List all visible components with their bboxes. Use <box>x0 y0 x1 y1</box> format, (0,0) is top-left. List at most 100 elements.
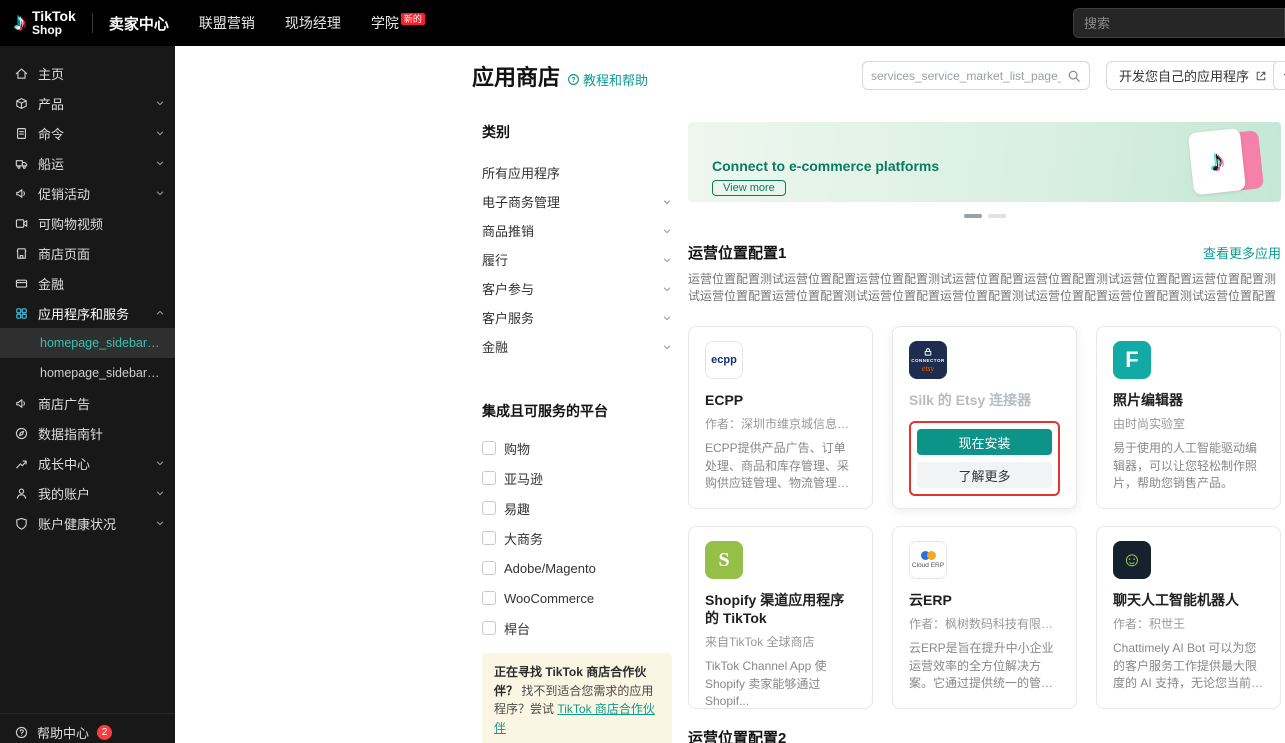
sidebar-menu: 主页 产品 命令 船运 促销活动 <box>0 46 175 538</box>
search-icon <box>1067 69 1081 83</box>
category-item-ecommerce-management[interactable]: 电子商务管理 <box>482 187 672 216</box>
platform-checkbox-item[interactable]: 购物 <box>482 433 672 463</box>
develop-own-app-button[interactable]: 开发您自己的应用程序 <box>1106 61 1280 90</box>
sidebar-subitem-service-market-selected[interactable]: homepage_sidebar_serv... <box>0 328 175 358</box>
app-author: 由时尚实验室 <box>1113 415 1264 432</box>
sidebar-item-shop-pages[interactable]: 商店页面 <box>0 238 175 268</box>
app-store-page: ♪ TikTok Shop 卖家中心 联盟营销 现场经理 学院新的 主页 产品 <box>0 0 1285 743</box>
checkbox[interactable] <box>482 471 496 485</box>
nav-academy[interactable]: 学院新的 <box>371 13 425 33</box>
bank-card-icon <box>14 276 29 291</box>
install-now-button[interactable]: 现在安装 <box>917 429 1052 455</box>
sidebar-item-shoppable-videos[interactable]: 可购物视频 <box>0 208 175 238</box>
nav-live-manager[interactable]: 现场经理 <box>285 13 341 33</box>
checkbox[interactable] <box>482 531 496 545</box>
promo-banner[interactable]: Connect to e-commerce platforms View mor… <box>688 122 1281 202</box>
tiktok-shop-logo[interactable]: ♪ TikTok Shop <box>14 9 76 36</box>
product-box-icon <box>14 96 29 111</box>
sidebar-item-shop-ads[interactable]: 商店广告 <box>0 388 175 418</box>
learn-more-button[interactable]: 了解更多 <box>917 462 1052 488</box>
help-count-badge: 2 <box>97 725 112 740</box>
sidebar-item-apps-and-services[interactable]: 应用程序和服务 <box>0 298 175 328</box>
top-navigation-bar: ♪ TikTok Shop 卖家中心 联盟营销 现场经理 学院新的 <box>0 0 1285 46</box>
more-actions-button[interactable]: + <box>1273 61 1285 90</box>
sidebar-item-my-account[interactable]: 我的账户 <box>0 478 175 508</box>
apps-grid-icon <box>14 306 29 321</box>
chat-bot-app-icon: ☺ <box>1113 541 1151 579</box>
carousel-dot-active[interactable] <box>964 214 982 218</box>
logo-text: TikTok Shop <box>32 9 76 36</box>
section-description: 运营位置配置测试运营位置配置运营位置配置测试运营位置配置运营位置配置测试运营位置… <box>688 271 1281 306</box>
question-circle-icon <box>14 725 29 740</box>
sidebar-item-home[interactable]: 主页 <box>0 58 175 88</box>
checkbox[interactable] <box>482 621 496 635</box>
topbar-search-box[interactable] <box>1073 8 1285 38</box>
photo-editor-app-icon: F <box>1113 341 1151 379</box>
cloud-erp-logo-dots <box>921 551 936 560</box>
category-item-finance[interactable]: 金融 <box>482 332 672 361</box>
megaphone-icon <box>14 186 29 201</box>
category-item-fulfillment[interactable]: 履行 <box>482 245 672 274</box>
apps-area: Connect to e-commerce platforms View mor… <box>688 122 1281 743</box>
platform-checkbox-item[interactable]: 亚马逊 <box>482 463 672 493</box>
growth-chart-icon <box>14 456 29 471</box>
ads-megaphone-icon <box>14 396 29 411</box>
app-card-etsy-connector[interactable]: CONNECTOR etsy Silk 的 Etsy 连接器 现在安装 了解更多 <box>892 326 1077 509</box>
user-icon <box>14 486 29 501</box>
platform-checkbox-item[interactable]: 易趣 <box>482 493 672 523</box>
chevron-down-icon <box>662 226 672 236</box>
sidebar-item-finance[interactable]: 金融 <box>0 268 175 298</box>
chevron-down-icon <box>155 518 165 528</box>
truck-icon <box>14 156 29 171</box>
sidebar-item-growth-center[interactable]: 成长中心 <box>0 448 175 478</box>
view-more-apps-link[interactable]: 查看更多应用 <box>1203 243 1281 262</box>
chevron-down-icon <box>155 98 165 108</box>
sidebar-item-account-health[interactable]: 账户健康状况 <box>0 508 175 538</box>
sidebar-item-promotions[interactable]: 促销活动 <box>0 178 175 208</box>
section-header: 运营位置配置1 查看更多应用 <box>688 242 1281 263</box>
platform-checkbox-item[interactable]: 大商务 <box>482 523 672 553</box>
category-item-customer-engagement[interactable]: 客户参与 <box>482 274 672 303</box>
chevron-down-icon <box>155 488 165 498</box>
tiktok-door-illustration: ♪ <box>1188 127 1258 197</box>
carousel-dot[interactable] <box>988 214 1006 218</box>
platforms-heading: 集成且可服务的平台 <box>482 401 672 421</box>
svg-text:?: ? <box>571 77 575 84</box>
app-search-input[interactable] <box>871 69 1061 83</box>
sidebar-item-orders[interactable]: 命令 <box>0 118 175 148</box>
sidebar-item-help-center[interactable]: 帮助中心 2 <box>0 713 175 743</box>
tutorials-help-link[interactable]: ? 教程和帮助 <box>567 70 648 89</box>
checkbox[interactable] <box>482 561 496 575</box>
app-author: 作者：深圳市维京城信息技术... <box>705 415 856 432</box>
nav-seller-center[interactable]: 卖家中心 <box>109 13 169 34</box>
topbar-search-input[interactable] <box>1084 16 1274 31</box>
checkbox[interactable] <box>482 591 496 605</box>
order-document-icon <box>14 126 29 141</box>
app-card-shopify[interactable]: S Shopify 渠道应用程序的 TikTok 来自TikTok 全球商店 T… <box>688 526 873 709</box>
nav-affiliate-marketing[interactable]: 联盟营销 <box>199 13 255 33</box>
sidebar-subitem-service-market[interactable]: homepage_sidebar_serv... <box>0 358 175 388</box>
platform-checkbox-item[interactable]: Adobe/Magento <box>482 553 672 583</box>
sidebar-item-products[interactable]: 产品 <box>0 88 175 118</box>
sidebar-item-shipping[interactable]: 船运 <box>0 148 175 178</box>
checkbox[interactable] <box>482 501 496 515</box>
app-card-ecpp[interactable]: ecpp ECPP 作者：深圳市维京城信息技术... ECPP提供产品广告、订单… <box>688 326 873 509</box>
app-author: 作者：积世王 <box>1113 615 1264 632</box>
app-card-cloud-erp[interactable]: Cloud ERP 云ERP 作者：枫树数码科技有限公司 云ERP是旨在提升中小… <box>892 526 1077 709</box>
chevron-down-icon <box>155 158 165 168</box>
banner-view-more-button[interactable]: View more <box>712 180 786 196</box>
checkbox[interactable] <box>482 441 496 455</box>
shopify-app-icon: S <box>705 541 743 579</box>
platform-checkbox-item[interactable]: 桿台 <box>482 613 672 643</box>
app-card-photo-editor[interactable]: F 照片编辑器 由时尚实验室 易于使用的人工智能驱动编辑器，可以让您轻松制作照片… <box>1096 326 1281 509</box>
app-card-chat-ai-bot[interactable]: ☺ 聊天人工智能机器人 作者：积世王 Chattimely AI Bot 可以为… <box>1096 526 1281 709</box>
platform-checkbox-item[interactable]: WooCommerce <box>482 583 672 613</box>
help-circle-icon: ? <box>567 73 580 86</box>
app-search-box[interactable] <box>862 61 1090 90</box>
filter-panel: 类别 所有应用程序 电子商务管理 商品推销 履行 客户参与 客户服务 <box>482 122 672 743</box>
category-item-all-apps[interactable]: 所有应用程序 <box>482 158 672 187</box>
banner-title: Connect to e-commerce platforms <box>712 158 939 174</box>
sidebar-item-data-compass[interactable]: 数据指南针 <box>0 418 175 448</box>
category-item-customer-service[interactable]: 客户服务 <box>482 303 672 332</box>
category-item-merchandising[interactable]: 商品推销 <box>482 216 672 245</box>
